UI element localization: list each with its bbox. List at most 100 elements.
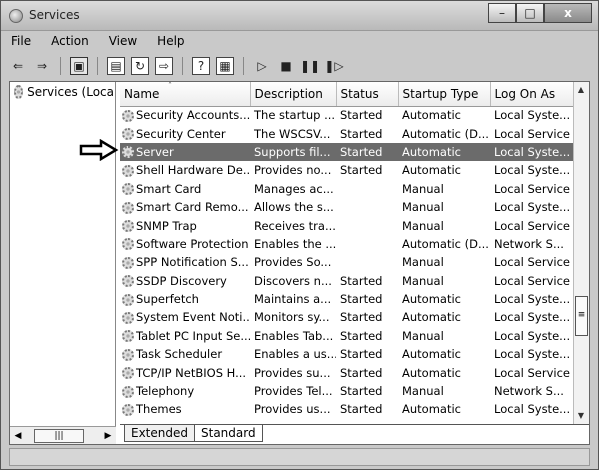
table-row[interactable]: Themes Provides us... Started Automatic Loca… <box>120 400 578 418</box>
table-row[interactable]: SSDP Discovery Discovers n... Started Manua… <box>120 272 578 290</box>
cell-name: Security Accounts... <box>120 106 250 124</box>
scroll-left-icon[interactable]: ◀ <box>10 428 26 444</box>
tree-item-label: Services (Loca <box>27 85 114 99</box>
service-name: Security Center <box>136 126 226 141</box>
table-row[interactable]: Tablet PC Input Se... Enables Tab... Start… <box>120 327 578 345</box>
service-gear-icon <box>122 385 134 398</box>
table-row[interactable]: Security Center The WSCSV... Started Automa… <box>120 124 578 142</box>
cell-logon: Local Service <box>494 255 570 270</box>
start-service-icon[interactable]: ▷ <box>253 57 271 75</box>
scroll-thumb[interactable]: ≡ <box>575 296 588 336</box>
table-row[interactable]: Security Accounts... The startup ... Start… <box>120 106 578 124</box>
cell-description: Provides no... <box>254 163 332 178</box>
export-list-icon[interactable]: ⇨ <box>155 57 173 75</box>
cell-logon: Local Syste... <box>490 142 578 162</box>
table-row[interactable]: Superfetch Maintains a... Started Automatic… <box>120 290 578 308</box>
refresh-icon[interactable]: ↻ <box>131 57 149 75</box>
cell-startup: Manual <box>402 255 444 270</box>
column-header-status[interactable]: Status <box>336 82 399 107</box>
cell-logon: Local Syste... <box>494 292 571 307</box>
service-name: Superfetch <box>136 292 199 307</box>
cell-name: System Event Noti... <box>120 308 250 326</box>
stop-service-icon[interactable]: ■ <box>277 57 295 75</box>
scroll-down-icon[interactable]: ▼ <box>574 408 588 424</box>
cell-name: Smart Card <box>120 180 250 198</box>
cell-description: Maintains a... <box>254 292 332 307</box>
scroll-up-icon[interactable]: ▲ <box>574 82 588 98</box>
service-name: Shell Hardware De... <box>136 163 250 178</box>
service-gear-icon <box>122 348 134 361</box>
scroll-right-icon[interactable]: ▶ <box>100 428 116 444</box>
scroll-thumb[interactable]: ||| <box>34 428 84 443</box>
service-name: System Event Noti... <box>136 310 250 325</box>
table-row[interactable]: Smart Card Remo... Allows the s... Manual L… <box>120 198 578 216</box>
cell-name: Tablet PC Input Se... <box>120 327 250 345</box>
column-header-description[interactable]: Description <box>250 82 337 107</box>
menu-file[interactable]: File <box>9 33 33 51</box>
menu-action[interactable]: Action <box>49 33 91 51</box>
table-row[interactable]: Telephony Provides Tel... Started Manual Net… <box>120 382 578 400</box>
tab-standard[interactable]: Standard <box>194 425 263 442</box>
table-row[interactable]: Task Scheduler Enables a us... Started Auto… <box>120 345 578 363</box>
table-row[interactable]: Smart Card Manages ac... Manual Local Servi… <box>120 180 578 198</box>
cell-description: Receives tra... <box>254 218 336 233</box>
cell-status: Started <box>340 328 383 343</box>
column-header-log-on-as[interactable]: Log On As <box>490 82 579 107</box>
restart-service-icon[interactable]: ❚▷ <box>324 57 343 75</box>
toolbar-separator <box>60 57 61 75</box>
column-header-name[interactable]: ˄ Name <box>120 81 251 107</box>
show-hide-console-tree-icon[interactable]: ▣ <box>70 57 88 75</box>
help-icon[interactable]: ? <box>192 57 210 75</box>
view-tabs: Extended Standard <box>120 424 589 444</box>
column-header-startup-type[interactable]: Startup Type <box>398 82 491 107</box>
cell-status <box>336 216 398 234</box>
table-row[interactable]: Software Protection Enables the ... Automa… <box>120 235 578 253</box>
table-row[interactable]: SPP Notification S... Provides So... Manua… <box>120 253 578 271</box>
close-button[interactable]: x <box>544 3 592 23</box>
table-row[interactable]: System Event Noti... Monitors sy... Starte… <box>120 308 578 326</box>
cell-startup: Automatic <box>402 402 461 417</box>
cell-logon: Local Syste... <box>494 163 571 178</box>
properties-icon[interactable]: ▤ <box>107 57 125 75</box>
forward-arrow-icon[interactable]: ⇒ <box>33 57 51 75</box>
service-name: Server <box>136 144 174 159</box>
toolbar-separator <box>243 57 244 75</box>
table-row[interactable]: SNMP Trap Receives tra... Manual Local Serv… <box>120 216 578 234</box>
cell-status: Started <box>340 126 383 141</box>
service-gear-icon <box>122 128 134 141</box>
toolbar: ⇐ ⇒ ▣ ▤ ↻ ⇨ ? ▦ ▷ ■ ❚❚ ❚▷ <box>9 55 590 77</box>
cell-description: Provides us... <box>254 402 331 417</box>
minimize-button[interactable]: – <box>488 3 516 23</box>
table-row[interactable]: TCP/IP NetBIOS H... Provides su... Started… <box>120 363 578 381</box>
horizontal-scrollbar[interactable]: ◀ ||| ▶ <box>10 426 116 444</box>
menu-help[interactable]: Help <box>155 33 186 51</box>
sort-ascending-icon: ˄ <box>168 81 172 90</box>
cell-description: Enables a us... <box>254 347 336 362</box>
cell-status: Started <box>340 292 383 307</box>
vertical-scrollbar[interactable]: ▲ ≡ ▼ <box>573 82 589 424</box>
cell-description: Discovers n... <box>254 273 332 288</box>
tab-extended[interactable]: Extended <box>124 425 195 442</box>
maximize-button[interactable]: □ <box>516 3 544 23</box>
cell-logon: Local Syste... <box>494 108 571 123</box>
tree-item-services-local[interactable]: Services (Loca <box>14 85 114 99</box>
service-name: TCP/IP NetBIOS H... <box>136 365 247 380</box>
cell-logon: Local Syste... <box>494 200 571 215</box>
cell-startup: Automatic <box>402 108 461 123</box>
cell-startup: Manual <box>402 218 444 233</box>
pause-service-icon[interactable]: ❚❚ <box>300 57 320 75</box>
title-bar[interactable]: Services – □ x <box>1 1 598 31</box>
menu-view[interactable]: View <box>107 33 139 51</box>
cell-startup: Automatic <box>402 310 461 325</box>
action-pane-icon[interactable]: ▦ <box>216 57 234 75</box>
service-gear-icon <box>122 367 134 380</box>
table-row[interactable]: Shell Hardware De... Provides no... Starte… <box>120 161 578 179</box>
cell-startup: Automatic <box>402 347 461 362</box>
cell-description: Supports fil... <box>250 142 336 162</box>
table-row[interactable]: Server Supports fil... Started Automatic Loc… <box>120 142 578 162</box>
service-gear-icon <box>122 183 134 196</box>
back-arrow-icon[interactable]: ⇐ <box>9 57 27 75</box>
cell-logon: Local Service <box>494 218 570 233</box>
cell-name: TCP/IP NetBIOS H... <box>120 363 250 381</box>
service-gear-icon <box>122 293 134 306</box>
